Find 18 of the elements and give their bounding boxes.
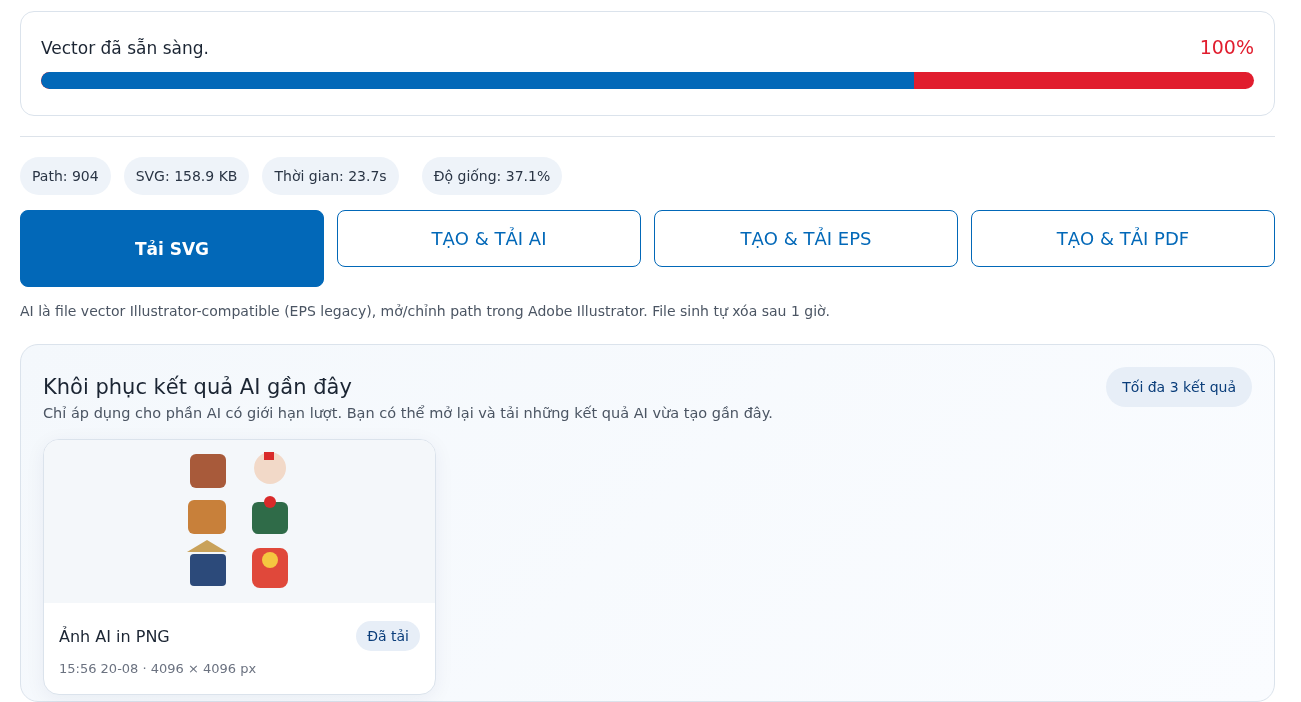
section-title: Khôi phục kết quả AI gần đây [43, 375, 352, 399]
export-button[interactable]: TẠO & TẢI AI [337, 210, 641, 267]
percent-label: 100% [1199, 36, 1254, 58]
download-button[interactable]: Tải SVG [20, 210, 324, 287]
status-badge: Đã tải [356, 621, 420, 651]
section-description: Chỉ áp dụng cho phần AI có giới hạn lượt. Bạn có thể mở lại và tải những kết quả AI vừa tạo gần đây. [43, 405, 774, 421]
limit-badge: Tối đa 3 kết quả [1106, 367, 1252, 407]
export-button[interactable]: TẠO & TẢI PDF [971, 210, 1275, 267]
stat-chip: Path: 904 [20, 157, 111, 195]
result-meta: 15:56 20-08 · 4096 × 4096 px [59, 661, 258, 676]
stat-chip: Thời gian: 23.7s [262, 157, 399, 195]
stat-chip: SVG: 158.9 KB [123, 157, 250, 195]
status-text: Vector đã sẵn sàng. [41, 38, 209, 58]
info-note: AI là file vector Illustrator-compatible (EPS legacy), mở/chỉnh path trong Adobe Illustrator. File sinh tự xóa sau 1 giờ. [20, 303, 832, 319]
stat-chip: Độ giống: 37.1% [421, 157, 563, 195]
result-card[interactable]: Ảnh AI in PNG Đã tải 15:56 20-08 · 4096 × 4096 px [43, 439, 436, 695]
export-button[interactable]: TẠO & TẢI EPS [654, 210, 958, 267]
result-title: Ảnh AI in PNG [59, 626, 170, 646]
